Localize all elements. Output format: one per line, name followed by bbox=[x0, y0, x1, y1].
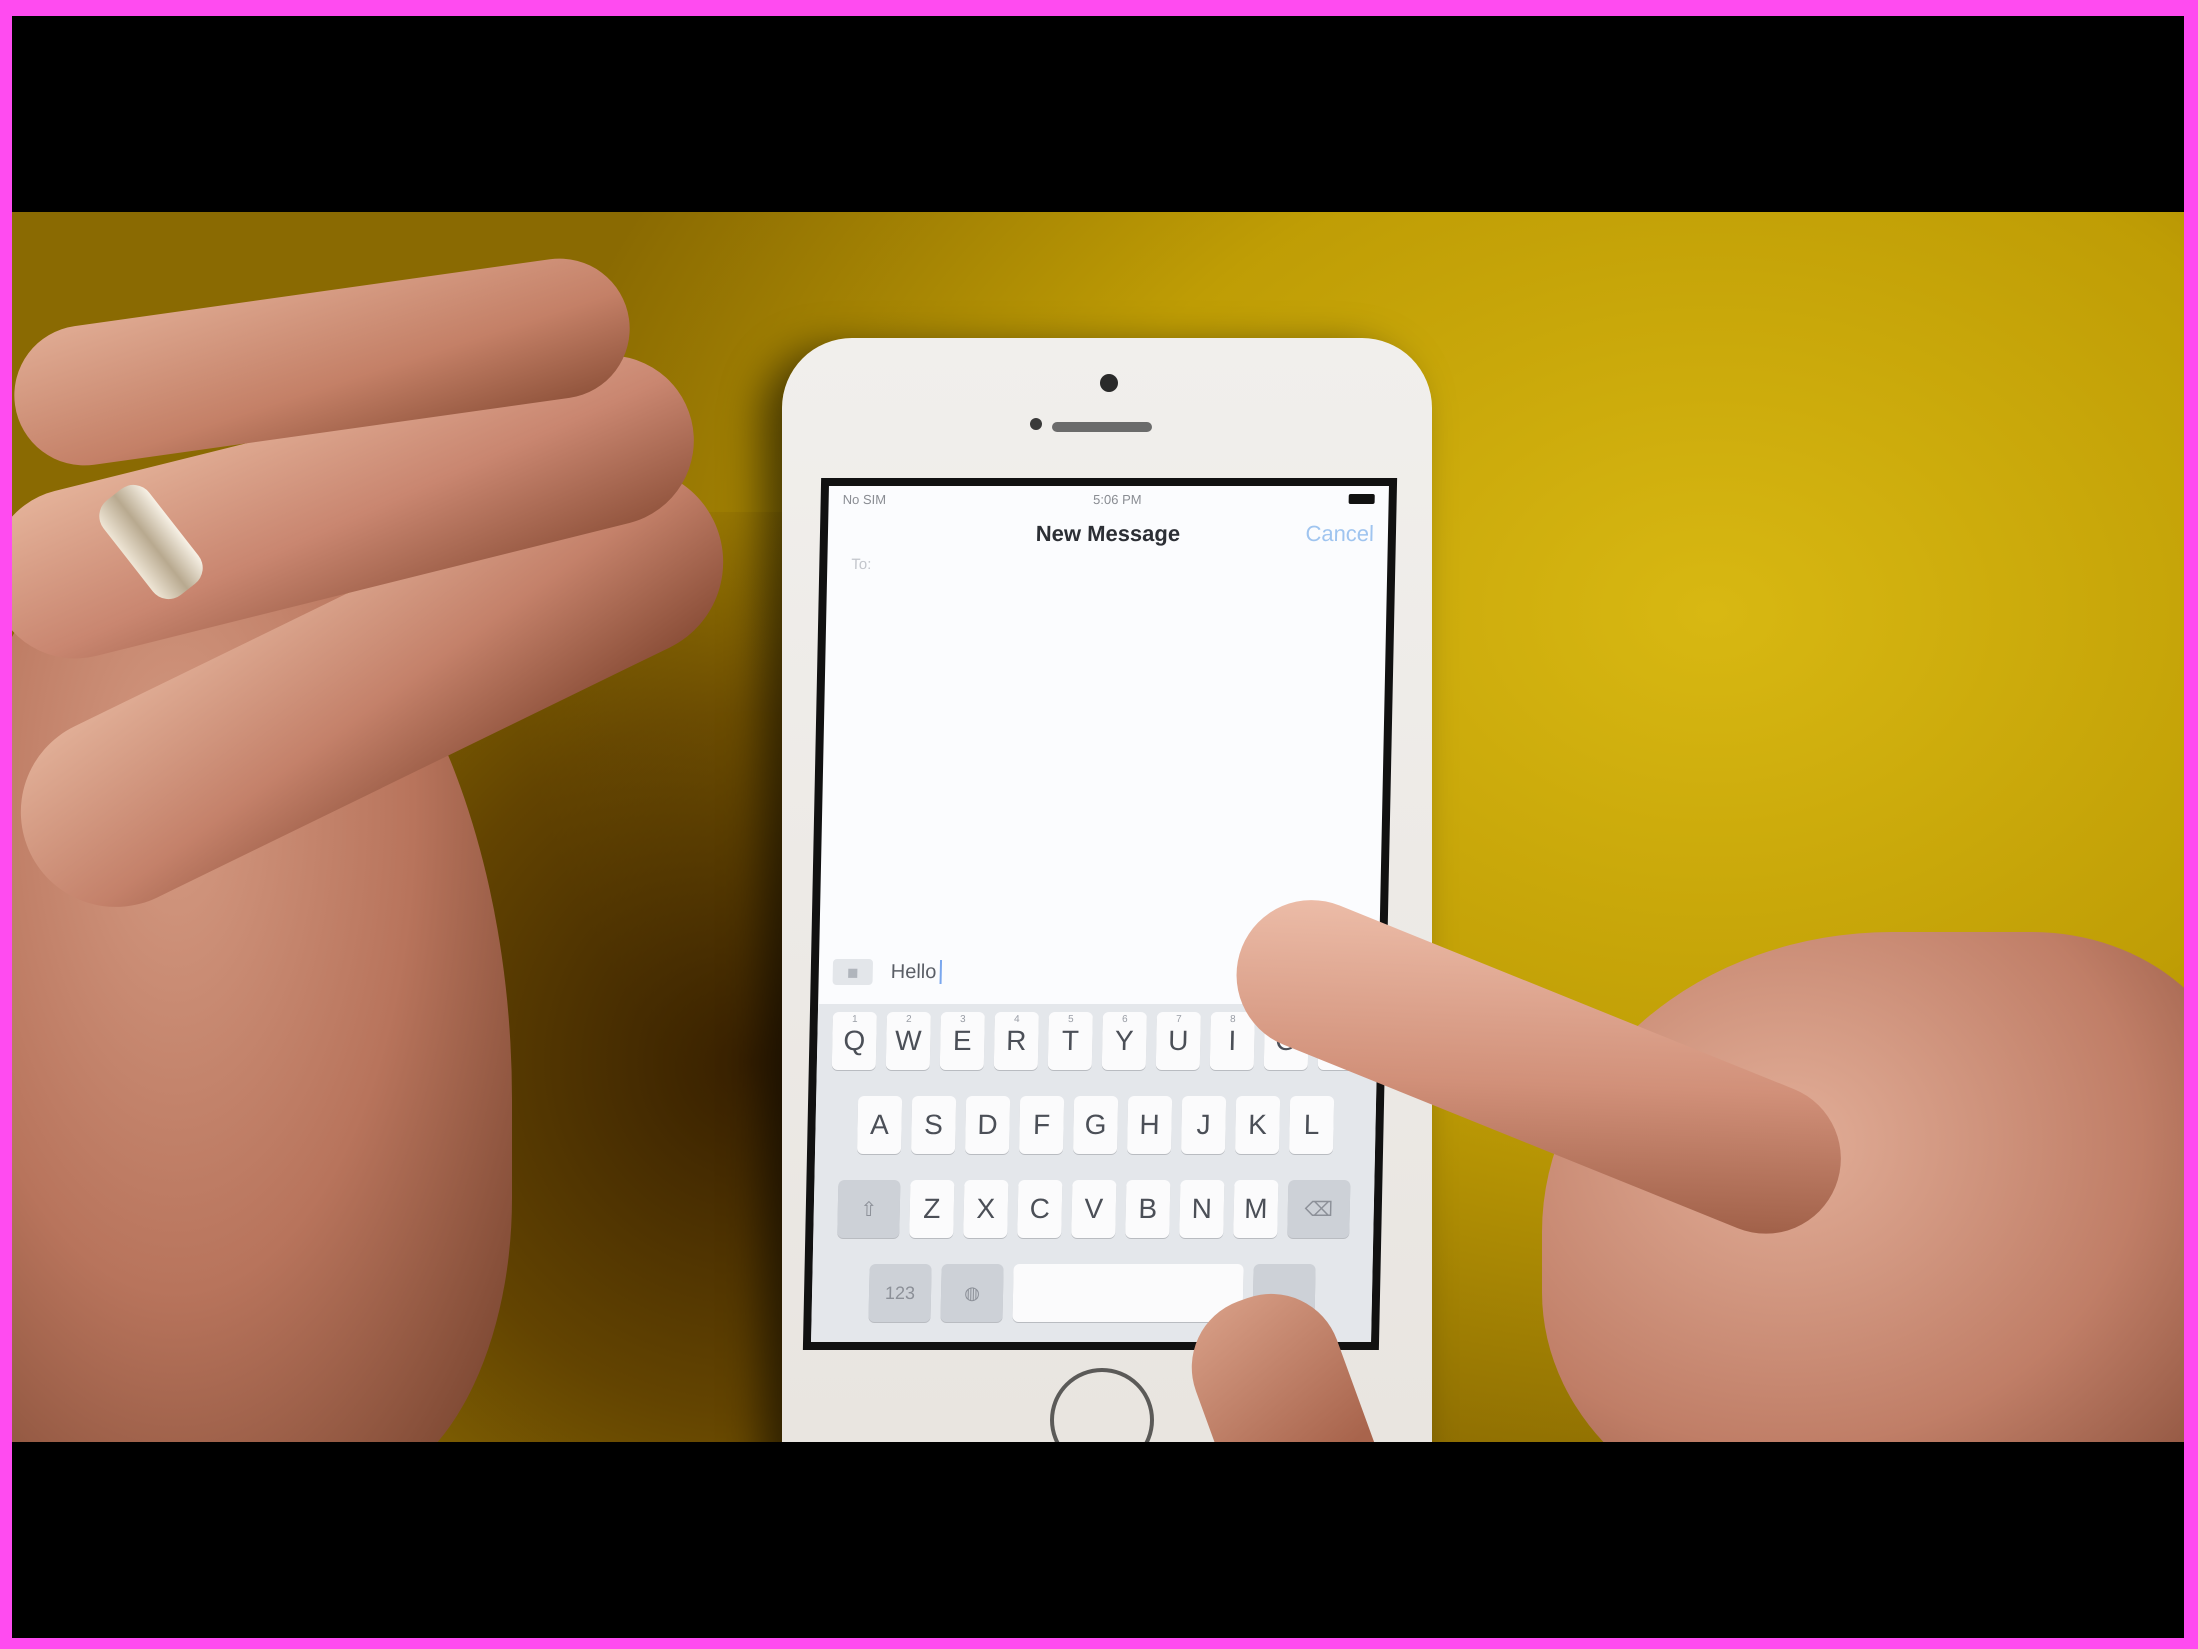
key-v[interactable]: V bbox=[1071, 1180, 1117, 1238]
key-label: D bbox=[977, 1109, 999, 1140]
key-r[interactable]: 4R bbox=[993, 1012, 1039, 1070]
clock-text: 5:06 PM bbox=[1092, 491, 1142, 507]
key-e[interactable]: 3E bbox=[939, 1012, 985, 1070]
battery-icon bbox=[1348, 494, 1375, 504]
key-u[interactable]: 7U bbox=[1155, 1012, 1201, 1070]
keyboard-row-3-letters: ZXCVBNM bbox=[909, 1180, 1279, 1238]
key-h[interactable]: H bbox=[1126, 1096, 1173, 1154]
right-hand bbox=[1172, 852, 2184, 1442]
key-label: F bbox=[1032, 1109, 1051, 1140]
home-button[interactable] bbox=[1050, 1368, 1154, 1442]
left-hand bbox=[12, 249, 932, 1442]
key-j[interactable]: J bbox=[1180, 1096, 1227, 1154]
key-hint: 6 bbox=[1121, 1014, 1128, 1025]
page-title: New Message bbox=[1035, 521, 1181, 546]
key-y[interactable]: 6Y bbox=[1101, 1012, 1147, 1070]
key-label: V bbox=[1084, 1193, 1104, 1224]
key-hint: 3 bbox=[959, 1014, 966, 1025]
key-label: I bbox=[1228, 1025, 1237, 1056]
key-label: G bbox=[1084, 1109, 1107, 1140]
key-label: R bbox=[1005, 1025, 1027, 1056]
key-c[interactable]: C bbox=[1017, 1180, 1063, 1238]
key-hint: 4 bbox=[1013, 1014, 1020, 1025]
earpiece bbox=[1052, 422, 1152, 432]
key-f[interactable]: F bbox=[1018, 1096, 1065, 1154]
video-frame: No SIM 5:06 PM New Message Cancel To: ◼ … bbox=[12, 16, 2184, 1638]
text-caret bbox=[939, 960, 942, 984]
key-n[interactable]: N bbox=[1179, 1180, 1225, 1238]
key-x[interactable]: X bbox=[963, 1180, 1009, 1238]
key-label: B bbox=[1138, 1193, 1158, 1224]
key-label: X bbox=[976, 1193, 996, 1224]
key-b[interactable]: B bbox=[1125, 1180, 1171, 1238]
key-label: C bbox=[1029, 1193, 1051, 1224]
key-label: T bbox=[1061, 1025, 1080, 1056]
globe-icon[interactable]: ◍ bbox=[940, 1264, 1004, 1322]
space-key[interactable] bbox=[1012, 1264, 1244, 1322]
key-label: J bbox=[1196, 1109, 1211, 1140]
key-label: N bbox=[1191, 1193, 1213, 1224]
photo-scene: No SIM 5:06 PM New Message Cancel To: ◼ … bbox=[12, 212, 2184, 1442]
key-label: U bbox=[1167, 1025, 1189, 1056]
key-hint: 5 bbox=[1067, 1014, 1074, 1025]
sensor-icon bbox=[1030, 418, 1042, 430]
key-label: Y bbox=[1114, 1025, 1135, 1056]
key-d[interactable]: D bbox=[964, 1096, 1011, 1154]
key-hint: 8 bbox=[1229, 1014, 1236, 1025]
front-camera-icon bbox=[1100, 374, 1118, 392]
key-g[interactable]: G bbox=[1072, 1096, 1119, 1154]
key-label: E bbox=[952, 1025, 973, 1056]
key-label: H bbox=[1139, 1109, 1161, 1140]
key-t[interactable]: 5T bbox=[1047, 1012, 1093, 1070]
key-hint: 7 bbox=[1175, 1014, 1182, 1025]
cancel-button[interactable]: Cancel bbox=[1305, 521, 1374, 547]
